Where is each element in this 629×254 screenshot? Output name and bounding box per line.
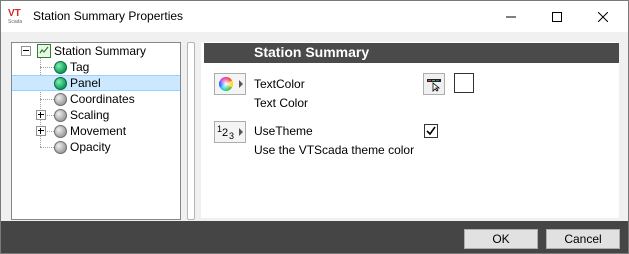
expand-toggle[interactable]: [36, 126, 46, 136]
close-button[interactable]: [580, 1, 626, 32]
tree-item-label: Tag: [70, 60, 90, 74]
color-wheel-icon: [219, 77, 233, 91]
properties-header: Station Summary: [204, 43, 619, 63]
eyedropper-icon: [427, 79, 441, 92]
svg-text:2: 2: [222, 127, 228, 139]
tree-item-label: Opacity: [70, 140, 111, 154]
properties-header-title: Station Summary: [254, 44, 370, 60]
close-icon: [598, 11, 608, 22]
tree-item-scaling[interactable]: Scaling: [12, 107, 180, 123]
dialog-footer: OK Cancel: [1, 221, 628, 253]
tree-item-label: Movement: [70, 124, 127, 138]
gray-node-icon: [54, 93, 67, 106]
prop-desc-textcolor: Text Color: [254, 96, 309, 110]
ok-button[interactable]: OK: [464, 229, 538, 249]
tree-item-panel[interactable]: Panel: [12, 75, 180, 91]
maximize-icon: [552, 11, 562, 22]
chevron-right-icon: [239, 80, 243, 88]
collapse-toggle[interactable]: [21, 46, 31, 56]
minimize-icon: [506, 16, 516, 17]
station-summary-node-icon: [37, 44, 51, 58]
expand-toggle[interactable]: [36, 110, 46, 120]
green-node-icon: [54, 61, 67, 74]
svg-text:VT: VT: [8, 8, 21, 19]
tree-item-movement[interactable]: Movement: [12, 123, 180, 139]
tree-item-station-summary[interactable]: Station Summary: [12, 43, 180, 59]
maximize-button[interactable]: [534, 1, 580, 32]
minimize-button[interactable]: [488, 1, 534, 32]
tree-item-label: Panel: [70, 76, 101, 90]
use-theme-checkbox[interactable]: [424, 124, 438, 138]
chevron-right-icon: [239, 128, 243, 136]
property-tree[interactable]: Station Summary Tag Panel Coordinates Sc…: [11, 42, 181, 220]
tree-item-opacity[interactable]: Opacity: [12, 139, 180, 155]
prop-name-usetheme: UseTheme: [254, 124, 313, 138]
color-picker-button[interactable]: [423, 73, 445, 95]
vtscada-logo-icon: VT Scada: [8, 8, 22, 25]
properties-panel: Station Summary TextColor Text Color 1 2…: [201, 42, 619, 218]
tree-item-label: Scaling: [70, 108, 110, 122]
text-color-swatch[interactable]: [454, 73, 474, 93]
cancel-button[interactable]: Cancel: [546, 229, 620, 249]
svg-text:3: 3: [229, 131, 234, 141]
gray-node-icon: [54, 109, 67, 122]
numeric-type-icon: 1 2 3: [217, 124, 234, 141]
prop-desc-usetheme: Use the VTScada theme color: [254, 143, 415, 157]
properties-dialog: VT Scada Station Summary Properties Stat…: [0, 0, 629, 254]
prop-name-textcolor: TextColor: [254, 77, 305, 91]
tree-item-label: Station Summary: [54, 44, 147, 58]
numeric-type-button[interactable]: 1 2 3: [214, 121, 246, 143]
tree-item-tag[interactable]: Tag: [12, 59, 180, 75]
gray-node-icon: [54, 141, 67, 154]
green-node-icon: [54, 77, 67, 90]
checkmark-icon: [426, 126, 436, 136]
gray-node-icon: [54, 125, 67, 138]
window-title: Station Summary Properties: [33, 9, 184, 23]
panel-splitter[interactable]: [187, 42, 195, 220]
title-bar[interactable]: VT Scada Station Summary Properties: [1, 1, 628, 32]
color-type-button[interactable]: [214, 73, 246, 95]
tree-item-label: Coordinates: [70, 92, 135, 106]
svg-text:Scada: Scada: [8, 19, 22, 25]
tree-item-coordinates[interactable]: Coordinates: [12, 91, 180, 107]
